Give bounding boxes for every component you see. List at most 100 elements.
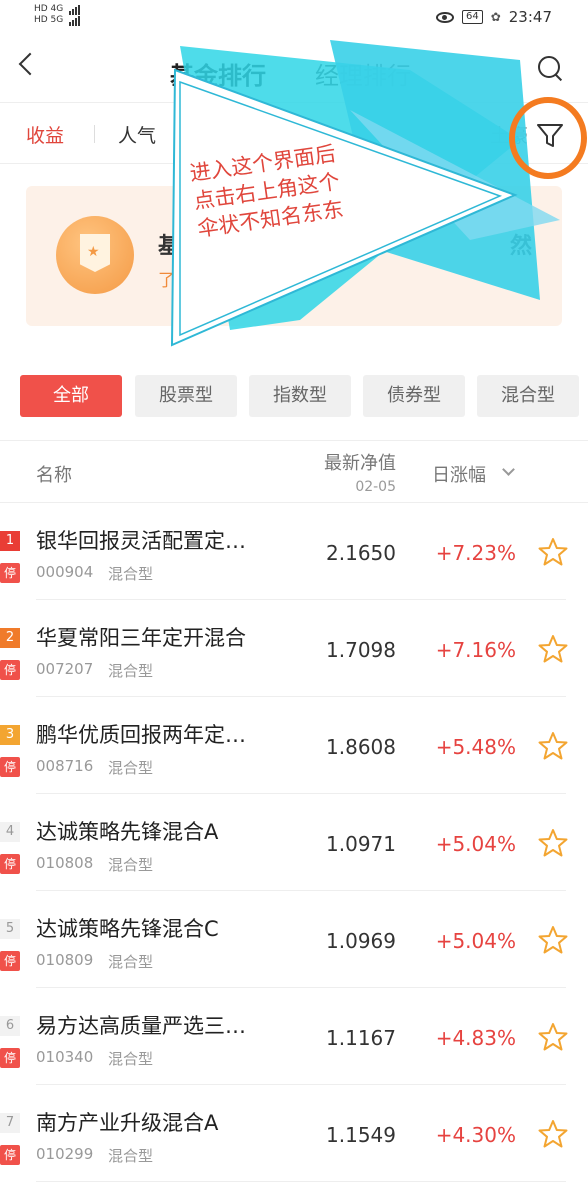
fund-nav: 1.7098 — [326, 638, 396, 662]
clock: 23:47 — [508, 8, 552, 26]
fund-code: 008716 — [36, 757, 94, 775]
chevron-left-icon[interactable] — [18, 52, 42, 76]
network-label-2: HD 5G — [34, 15, 64, 25]
fund-type: 混合型 — [108, 856, 154, 874]
promo-banner[interactable]: ★ 基 了 然 — [26, 186, 562, 326]
search-icon[interactable] — [538, 56, 562, 80]
rank-badge: 1 — [0, 531, 20, 551]
suspended-badge: 停 — [0, 951, 20, 971]
divider — [94, 125, 95, 143]
rank-badge: 7 — [0, 1113, 20, 1133]
fund-change: +5.48% — [435, 735, 516, 759]
star-outline-icon[interactable] — [538, 731, 568, 761]
suspended-badge: 停 — [0, 1145, 20, 1165]
fund-change: +7.16% — [435, 638, 516, 662]
fund-name: 达诚策略先锋混合C — [36, 917, 219, 941]
tab-fund-ranking[interactable]: 基金排行 — [170, 56, 266, 91]
star-outline-icon[interactable] — [538, 1119, 568, 1149]
fund-code: 010340 — [36, 1048, 94, 1066]
banner-subtitle: 了 — [158, 271, 175, 291]
medal-icon: ★ — [56, 216, 134, 294]
battery-indicator: 64 — [461, 10, 483, 24]
fund-nav: 1.0969 — [326, 929, 396, 953]
chip-hybrid[interactable]: 混合型 — [477, 375, 579, 417]
fund-nav: 1.8608 — [326, 735, 396, 759]
category-earnings[interactable]: 收益 — [26, 121, 64, 148]
column-nav[interactable]: 最新净值 — [324, 449, 396, 475]
star-outline-icon[interactable] — [538, 537, 568, 567]
fund-name: 鹏华优质回报两年定… — [36, 723, 246, 747]
fund-type: 混合型 — [108, 759, 154, 777]
suspended-badge: 停 — [0, 660, 20, 680]
table-row[interactable]: 6 停 易方达高质量严选三… 010340 混合型 1.1167 +4.83% — [0, 988, 588, 1085]
table-header: 名称 最新净值 02-05 日涨幅 — [0, 441, 588, 503]
category-bar: 收益 人气 土豪 — [0, 102, 588, 164]
table-row[interactable]: 7 停 南方产业升级混合A 010299 混合型 1.1549 +4.30% — [0, 1085, 588, 1182]
table-row[interactable]: 3 停 鹏华优质回报两年定… 008716 混合型 1.8608 +5.48% — [0, 697, 588, 794]
fund-nav: 1.1167 — [326, 1026, 396, 1050]
category-popularity[interactable]: 人气 — [118, 121, 156, 148]
eye-icon — [435, 11, 454, 23]
fund-code: 010809 — [36, 951, 94, 969]
rank-badge: 6 — [0, 1016, 20, 1036]
tab-manager-ranking[interactable]: 经理排行 — [315, 56, 411, 91]
suspended-badge: 停 — [0, 757, 20, 777]
table-row[interactable]: 4 停 达诚策略先锋混合A 010808 混合型 1.0971 +5.04% — [0, 794, 588, 891]
network-label-1: HD 4G — [34, 4, 64, 14]
fund-name: 易方达高质量严选三… — [36, 1014, 246, 1038]
fund-type: 混合型 — [108, 662, 154, 680]
fund-nav: 1.0971 — [326, 832, 396, 856]
column-name: 名称 — [36, 465, 72, 486]
table-row[interactable]: 1 停 银华回报灵活配置定… 000904 混合型 2.1650 +7.23% — [0, 503, 588, 600]
fund-name: 达诚策略先锋混合A — [36, 820, 219, 844]
chip-bond[interactable]: 债券型 — [363, 375, 465, 417]
column-nav-date: 02-05 — [355, 479, 396, 495]
star-outline-icon[interactable] — [538, 828, 568, 858]
leaf-icon: ✿ — [490, 10, 501, 24]
fund-name: 南方产业升级混合A — [36, 1111, 219, 1135]
fund-change: +4.30% — [435, 1123, 516, 1147]
fund-type-filter: 全部 股票型 指数型 债券型 混合型 — [20, 375, 588, 417]
status-bar: HD 4G HD 5G 64 ✿ 23:47 — [0, 0, 588, 36]
fund-type: 混合型 — [108, 1050, 154, 1068]
suspended-badge: 停 — [0, 854, 20, 874]
column-daily-change[interactable]: 日涨幅 — [432, 461, 486, 487]
fund-name: 华夏常阳三年定开混合 — [36, 626, 246, 650]
banner-title: 基 — [158, 234, 181, 259]
table-row[interactable]: 5 停 达诚策略先锋混合C 010809 混合型 1.0969 +5.04% — [0, 891, 588, 988]
fund-change: +5.04% — [435, 832, 516, 856]
fund-type: 混合型 — [108, 1147, 154, 1165]
fund-type: 混合型 — [108, 953, 154, 971]
star-outline-icon[interactable] — [538, 1022, 568, 1052]
suspended-badge: 停 — [0, 563, 20, 583]
fund-nav: 1.1549 — [326, 1123, 396, 1147]
rank-badge: 3 — [0, 725, 20, 745]
fund-change: +5.04% — [435, 929, 516, 953]
network-indicators: HD 4G HD 5G — [34, 4, 81, 26]
star-outline-icon[interactable] — [538, 925, 568, 955]
star-outline-icon[interactable] — [538, 634, 568, 664]
table-row[interactable]: 2 停 华夏常阳三年定开混合 007207 混合型 1.7098 +7.16% — [0, 600, 588, 697]
chip-index[interactable]: 指数型 — [249, 375, 351, 417]
rank-badge: 5 — [0, 919, 20, 939]
fund-type: 混合型 — [108, 565, 154, 583]
rank-badge: 4 — [0, 822, 20, 842]
category-tuhao[interactable]: 土豪 — [490, 121, 528, 148]
suspended-badge: 停 — [0, 1048, 20, 1068]
signal-icon-2 — [69, 15, 81, 26]
fund-name: 银华回报灵活配置定… — [36, 529, 246, 553]
fund-nav: 2.1650 — [326, 541, 396, 565]
fund-change: +7.23% — [435, 541, 516, 565]
filter-funnel-icon[interactable] — [530, 119, 570, 151]
fund-code: 010808 — [36, 854, 94, 872]
header: 基金排行 经理排行 — [0, 36, 588, 102]
fund-change: +4.83% — [435, 1026, 516, 1050]
rank-badge: 2 — [0, 628, 20, 648]
chevron-down-icon[interactable] — [502, 463, 515, 476]
fund-code: 007207 — [36, 660, 94, 678]
chip-stock[interactable]: 股票型 — [135, 375, 237, 417]
fund-code: 000904 — [36, 563, 94, 581]
chip-all[interactable]: 全部 — [20, 375, 122, 417]
signal-icon — [69, 4, 81, 15]
banner-title-tail: 然 — [510, 234, 533, 259]
